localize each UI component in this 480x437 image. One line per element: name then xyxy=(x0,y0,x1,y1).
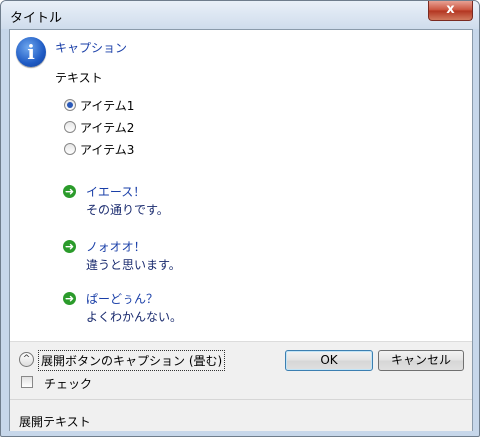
main-instruction: キャプション xyxy=(55,41,128,55)
command-link-title[interactable]: ノォオオ！ xyxy=(86,238,146,255)
command-link-note: よくわかんない。 xyxy=(86,310,183,324)
dialog-window: タイトル x i キャプション テキスト アイテム1 アイテム2 アイテム3 ➜… xyxy=(0,0,480,437)
radio-label: アイテム2 xyxy=(80,120,135,135)
dialog-content: i キャプション テキスト アイテム1 アイテム2 アイテム3 ➜ イエース！ … xyxy=(9,29,473,431)
green-arrow-icon: ➜ xyxy=(63,240,76,253)
expand-button-label[interactable]: 展開ボタンのキャプション (畳む) xyxy=(38,350,226,371)
radio-item-1[interactable]: アイテム1 xyxy=(64,97,134,113)
command-link-note: 違うと思います。 xyxy=(86,258,181,272)
cancel-button[interactable]: キャンセル xyxy=(378,350,464,371)
radio-label: アイテム3 xyxy=(80,142,135,157)
close-button[interactable]: x xyxy=(428,1,473,21)
command-link-title[interactable]: イエース！ xyxy=(86,183,145,200)
radio-label: アイテム1 xyxy=(80,98,135,113)
radio-button-checked[interactable] xyxy=(64,99,76,111)
verification-checkbox[interactable] xyxy=(21,376,33,388)
content-text: テキスト xyxy=(55,71,103,85)
expanded-information-text: 展開テキスト xyxy=(19,415,91,429)
collapse-chevron-icon[interactable]: ^ xyxy=(19,352,34,367)
green-arrow-icon: ➜ xyxy=(63,185,76,198)
information-icon: i xyxy=(16,37,46,67)
radio-item-2[interactable]: アイテム2 xyxy=(64,119,134,135)
command-link-title[interactable]: ぱーどぅん？ xyxy=(86,290,158,307)
checkbox-label[interactable]: チェック xyxy=(44,375,92,392)
green-arrow-icon: ➜ xyxy=(63,292,76,305)
title-bar[interactable]: タイトル x xyxy=(1,1,479,29)
radio-button[interactable] xyxy=(64,121,76,133)
ok-button[interactable]: OK xyxy=(285,350,373,371)
radio-item-3[interactable]: アイテム3 xyxy=(64,141,134,157)
radio-button[interactable] xyxy=(64,143,76,155)
dialog-footer: ^ 展開ボタンのキャプション (畳む) チェック OK キャンセル 展開テキスト xyxy=(10,341,472,431)
footer-divider xyxy=(10,399,472,400)
window-title: タイトル xyxy=(10,11,63,26)
command-link-note: その通りです。 xyxy=(86,203,169,217)
